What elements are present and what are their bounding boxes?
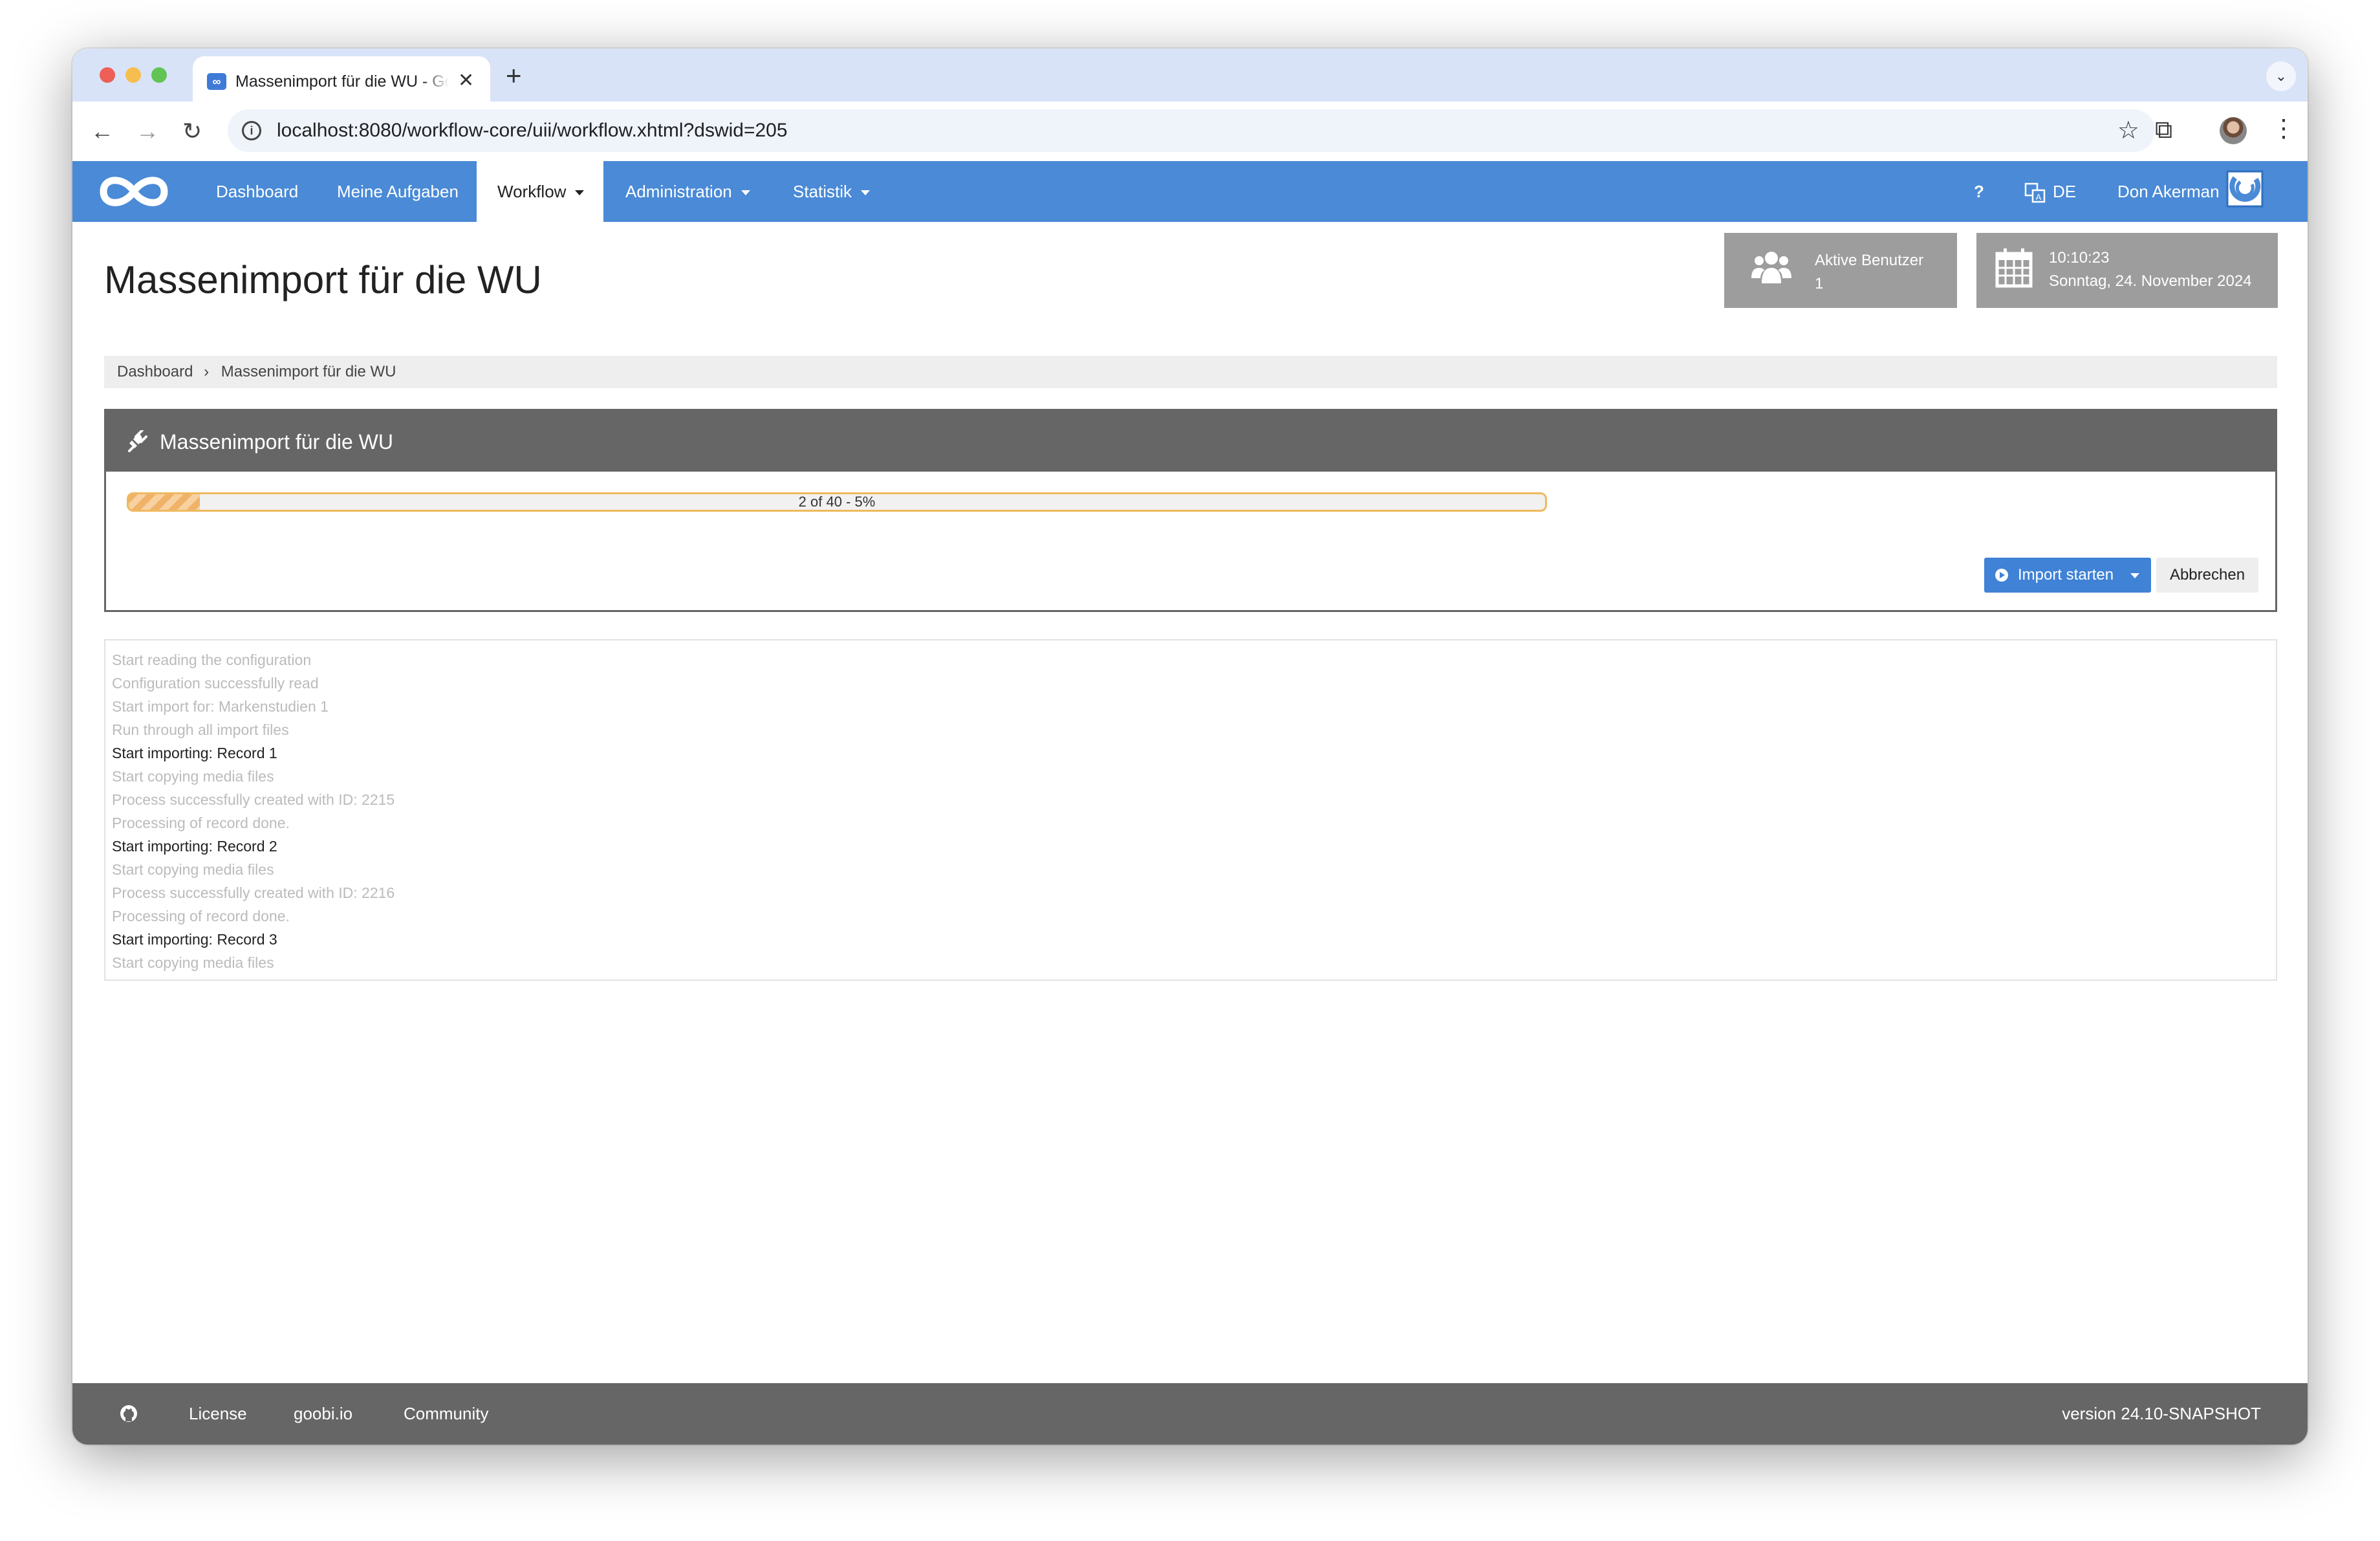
address-bar[interactable]: i localhost:8080/workflow-core/uii/workf… — [228, 109, 2155, 152]
log-line: Start copying media files — [112, 861, 274, 878]
tab-title: Massenimport für die WU - Goobi workflow — [235, 72, 449, 91]
datetime-widget: 10:10:23 Sonntag, 24. November 2024 — [1976, 233, 2278, 308]
log-line: Start copying media files — [112, 768, 274, 785]
url-text[interactable]: localhost:8080/workflow-core/uii/workflo… — [277, 119, 788, 142]
breadcrumb-dashboard-link[interactable]: Dashboard — [117, 363, 193, 380]
dropdown-caret-icon — [741, 190, 750, 196]
nav-statistik-label: Statistik — [793, 182, 852, 201]
log-line: Configuration successfully read — [112, 675, 319, 692]
nav-dashboard[interactable]: Dashboard — [216, 161, 298, 222]
extensions-puzzle-icon[interactable]: ⧉ — [2155, 116, 2172, 144]
tab-close-icon[interactable]: ✕ — [458, 69, 474, 93]
site-info-icon[interactable]: i — [242, 121, 261, 140]
current-time: 10:10:23 — [2049, 249, 2110, 267]
active-users-widget: Aktive Benutzer 1 — [1724, 233, 1957, 308]
progress-label: 2 of 40 - 5% — [798, 494, 876, 510]
cancel-button[interactable]: Abbrechen — [2156, 558, 2258, 593]
active-users-label: Aktive Benutzer — [1815, 252, 1924, 269]
bookmark-star-icon[interactable]: ☆ — [2117, 117, 2139, 144]
log-line: Start importing: Record 3 — [112, 931, 277, 948]
log-line: Start copying media files — [112, 954, 274, 971]
panel-title: Massenimport für die WU — [160, 430, 393, 454]
profile-avatar[interactable] — [2220, 117, 2247, 144]
translate-icon: A — [2024, 182, 2046, 203]
dropdown-caret-icon[interactable] — [2130, 573, 2139, 578]
log-line: Run through all import files — [112, 721, 289, 738]
calendar-icon — [1995, 248, 2033, 288]
nav-statistik[interactable]: Statistik — [793, 161, 871, 222]
footer-goobi-link[interactable]: goobi.io — [294, 1383, 352, 1445]
nav-administration-label: Administration — [625, 182, 732, 201]
browser-window: ∞ Massenimport für die WU - Goobi workfl… — [72, 49, 2308, 1445]
log-line: Process successfully created with ID: 22… — [112, 884, 395, 901]
back-arrow-icon[interactable]: ← — [91, 117, 114, 146]
user-menu[interactable]: Don Akerman — [2117, 161, 2220, 222]
log-line: Start importing: Record 2 — [112, 838, 277, 855]
help-button[interactable]: ? — [1974, 161, 1984, 222]
tab-search-chevron-icon[interactable]: ⌄ — [2266, 61, 2296, 91]
log-line: Start reading the configuration — [112, 651, 312, 668]
language-label: DE — [2053, 182, 2077, 201]
app-navbar: Dashboard Meine Aufgaben Workflow Admini… — [72, 161, 2308, 222]
breadcrumb-separator: › — [204, 363, 210, 380]
browser-toolbar: ← → ↻ i localhost:8080/workflow-core/uii… — [72, 102, 2308, 161]
footer-community-link[interactable]: Community — [404, 1383, 488, 1445]
current-date: Sonntag, 24. November 2024 — [2049, 272, 2252, 290]
nav-administration[interactable]: Administration — [625, 161, 750, 222]
panel-header: Massenimport für die WU — [106, 411, 2275, 472]
nav-dashboard-label: Dashboard — [216, 182, 299, 201]
svg-text:A: A — [2036, 192, 2042, 202]
dropdown-caret-icon — [861, 190, 871, 196]
user-name: Don Akerman — [2117, 182, 2220, 201]
log-line: Processing of record done. — [112, 814, 290, 831]
footer: License goobi.io Community version 24.10… — [72, 1383, 2308, 1445]
nav-meine-aufgaben[interactable]: Meine Aufgaben — [337, 161, 459, 222]
goobi-favicon-icon: ∞ — [207, 73, 226, 90]
log-line: Start import for: Markenstudien 1 — [112, 698, 329, 715]
forward-arrow-icon[interactable]: → — [136, 117, 159, 146]
user-avatar-icon[interactable] — [2226, 170, 2264, 208]
github-icon[interactable] — [119, 1404, 138, 1423]
nav-meine-aufgaben-label: Meine Aufgaben — [337, 182, 459, 201]
close-window-button[interactable] — [100, 67, 115, 83]
breadcrumb-current: Massenimport für die WU — [221, 363, 396, 380]
log-line: Processing of record done. — [112, 908, 290, 924]
reload-icon[interactable]: ↻ — [182, 117, 202, 146]
new-tab-button[interactable]: + — [506, 61, 522, 90]
goobi-logo-icon[interactable] — [98, 169, 169, 214]
footer-version: version 24.10-SNAPSHOT — [2062, 1404, 2261, 1423]
import-log: Start reading the configuration Configura… — [104, 639, 2277, 981]
breadcrumb: Dashboard › Massenimport für die WU — [104, 356, 2277, 388]
footer-license-link[interactable]: License — [189, 1383, 247, 1445]
dropdown-caret-icon — [575, 190, 585, 196]
browser-menu-icon[interactable]: ⋮ — [2271, 115, 2296, 143]
browser-tab-bar: ∞ Massenimport für die WU - Goobi workfl… — [72, 49, 2308, 102]
minimize-window-button[interactable] — [125, 67, 141, 83]
maximize-window-button[interactable] — [151, 67, 167, 83]
browser-tab[interactable]: ∞ Massenimport für die WU - Goobi workfl… — [193, 56, 490, 102]
page-title: Massenimport für die WU — [104, 258, 542, 301]
import-start-label: Import starten — [2018, 566, 2114, 584]
import-start-button[interactable]: Import starten — [1984, 558, 2151, 593]
language-switcher[interactable]: A DE — [2024, 161, 2076, 222]
log-line: Start importing: Record 1 — [112, 745, 277, 761]
import-panel: Massenimport für die WU 2 of 40 - 5% Imp… — [104, 409, 2277, 612]
log-line: Process successfully created with ID: 22… — [112, 791, 395, 808]
nav-workflow-label: Workflow — [497, 182, 567, 201]
active-users-count: 1 — [1815, 275, 1824, 292]
nav-workflow[interactable]: Workflow — [477, 161, 603, 222]
plug-icon — [128, 430, 147, 452]
play-circle-icon — [1995, 569, 2008, 582]
import-progress-bar: 2 of 40 - 5% — [127, 492, 1547, 512]
users-group-icon — [1751, 252, 1791, 283]
